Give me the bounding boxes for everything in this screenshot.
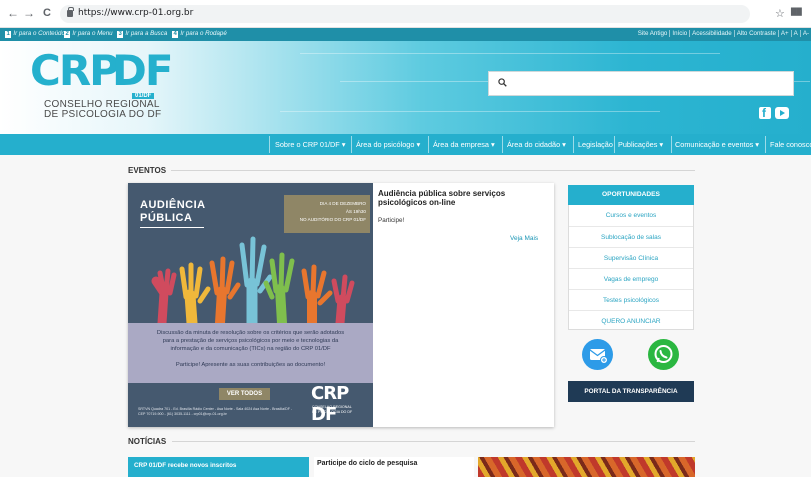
nav-publications[interactable]: Publicações ▾ [618, 140, 663, 149]
youtube-icon[interactable] [775, 107, 789, 119]
event-card: AUDIÊNCIA PÚBLICA DIA 4 DE DEZEMBRO ÀS 1… [128, 183, 554, 427]
accessibility-links: Site Antigo Início Acessibilidade Alto Cont… [636, 30, 811, 37]
url-text[interactable]: https://www.crp-01.org.br [78, 8, 193, 18]
home-link[interactable]: Início [669, 30, 690, 37]
skip-links-bar: 1 Ir para o Conteúdo 2 Ir para o Menu 3 Ir … [0, 28, 811, 41]
nav-psychologist-area[interactable]: Área do psicólogo ▾ [356, 140, 420, 149]
high-contrast-link[interactable]: Alto Contraste [733, 30, 778, 37]
opp-room-sublet[interactable]: Sublocação de salas [569, 226, 693, 247]
lock-icon [67, 7, 74, 17]
raised-hands-illustration [151, 236, 355, 323]
event-logo: CRP DF [311, 383, 349, 425]
transparency-portal-link[interactable]: PORTAL DA TRANSPARÊNCIA [568, 381, 694, 402]
event-banner-image[interactable]: AUDIÊNCIA PÚBLICA DIA 4 DE DEZEMBRO ÀS 1… [128, 183, 373, 427]
opp-courses-events[interactable]: Cursos e eventos [569, 205, 693, 226]
nav-company-area[interactable]: Área da empresa ▾ [433, 140, 495, 149]
event-title-link[interactable]: Audiência pública sobre serviços psicoló… [378, 189, 543, 207]
profile-icon[interactable]: ██ [791, 8, 802, 16]
font-increase-link[interactable]: A+ [777, 30, 791, 37]
address-bar[interactable]: https://www.crp-01.org.br [60, 5, 750, 23]
nav-about[interactable]: Sobre o CRP 01/DF ▾ [275, 140, 345, 149]
old-site-link[interactable]: Site Antigo [636, 30, 670, 37]
site-header: CRP DF 01/DF CONSELHO REGIONAL DE PSICOL… [0, 41, 811, 134]
event-description-box: Discussão da minuta de resolução sobre o… [128, 323, 373, 383]
opportunities-list: Cursos e eventos Sublocação de salas Sup… [568, 205, 694, 330]
event-address: SRTVN Quadra 701 - Ed. Brasília Rádio Ce… [138, 407, 293, 416]
opportunities-heading: OPORTUNIDADES [568, 185, 694, 205]
skip-to-footer-link[interactable]: 4 Ir para o Rodapé [172, 30, 227, 38]
news-item[interactable]: CRP 01/DF recebe novos inscritos [128, 457, 309, 477]
forward-button[interactable]: → [22, 6, 36, 20]
nav-legislation[interactable]: Legislação [578, 140, 613, 149]
back-button[interactable]: ← [6, 6, 20, 20]
main-navigation: Sobre o CRP 01/DF ▾ Área do psicólogo ▾ … [0, 134, 811, 155]
skip-to-content-link[interactable]: 1 Ir para o Conteúdo [5, 30, 65, 38]
opp-clinical-supervision[interactable]: Supervisão Clínica [569, 247, 693, 268]
facebook-icon[interactable] [759, 106, 771, 120]
event-summary: Participe! [378, 217, 405, 224]
whatsapp-icon[interactable] [648, 339, 679, 370]
logo-subtitle-line2: DE PSICOLOGIA DO DF [44, 109, 162, 120]
opp-advertise[interactable]: QUERO ANUNCIAR [569, 310, 693, 331]
search-input[interactable] [488, 71, 794, 96]
search-icon [498, 78, 507, 87]
nav-communication-events[interactable]: Comunicação e eventos ▾ [675, 140, 759, 149]
events-heading: EVENTOS [128, 166, 167, 175]
opp-psych-tests[interactable]: Testes psicológicos [569, 289, 693, 310]
reload-button[interactable]: C [40, 6, 54, 20]
news-heading: NOTÍCIAS [128, 437, 167, 446]
view-all-button[interactable]: VER TODOS [219, 388, 270, 400]
browser-toolbar: ← → C https://www.crp-01.org.br ☆ ██ [0, 0, 811, 28]
see-more-link[interactable]: Veja Mais [510, 235, 538, 242]
news-image[interactable] [478, 457, 695, 477]
font-reset-link[interactable]: A [790, 30, 800, 37]
opp-job-vacancies[interactable]: Vagas de emprego [569, 268, 693, 289]
nav-contact[interactable]: Fale conosco [770, 140, 811, 149]
nav-citizen-area[interactable]: Área do cidadão ▾ [507, 140, 566, 149]
news-item[interactable]: Participe do ciclo de pesquisa [314, 457, 474, 477]
bookmark-star-icon[interactable]: ☆ [775, 7, 785, 20]
skip-to-search-link[interactable]: 3 Ir para a Busca [117, 30, 167, 38]
accessibility-link[interactable]: Acessibilidade [689, 30, 734, 37]
skip-to-menu-link[interactable]: 2 Ir para o Menu [64, 30, 113, 38]
mail-icon[interactable] [582, 339, 613, 370]
font-decrease-link[interactable]: A- [799, 30, 811, 37]
